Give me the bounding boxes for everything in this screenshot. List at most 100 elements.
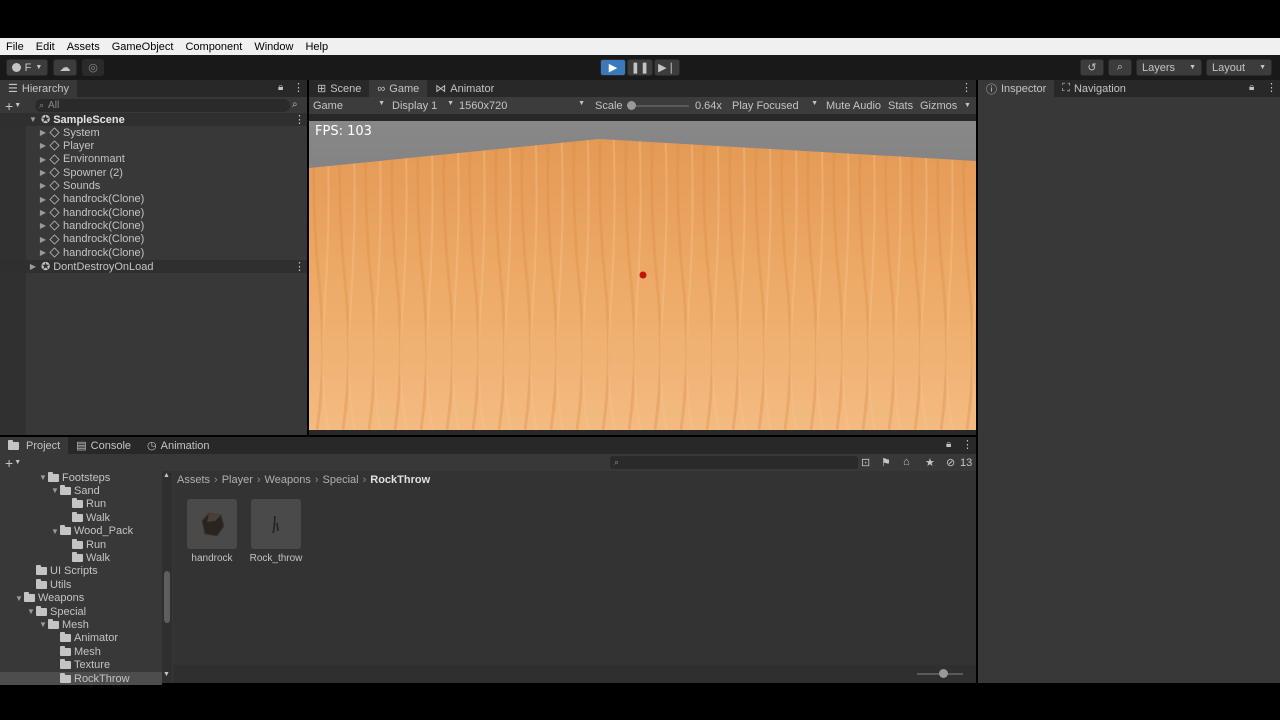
expand-arrow-icon[interactable]: ▶ (38, 155, 48, 164)
hidden-packages-icon[interactable]: ⊘ (946, 456, 955, 469)
menu-component[interactable]: Component (179, 41, 248, 53)
hierarchy-item[interactable]: ▶ handrock(Clone) (0, 246, 307, 259)
resolution-dropdown[interactable]: 1560x720 ▼ (459, 100, 585, 112)
tab-animator[interactable]: ⋈ Animator (427, 80, 502, 97)
breadcrumb-item[interactable]: RockThrow (370, 474, 430, 486)
hierarchy-item[interactable]: ▶ Player (0, 139, 307, 152)
tag-icon[interactable]: ⌂ (903, 456, 910, 468)
expand-arrow-icon[interactable]: ▼ (28, 115, 38, 124)
hierarchy-item[interactable]: ▶ handrock(Clone) (0, 233, 307, 246)
expand-arrow-icon[interactable]: ▶ (38, 208, 48, 217)
tab-console[interactable]: ▤ Console (68, 437, 139, 454)
menu-assets[interactable]: Assets (61, 41, 106, 53)
tab-animation[interactable]: ◷ Animation (139, 437, 218, 454)
project-tree-item[interactable]: ▼ Mesh (0, 618, 162, 631)
hierarchy-item[interactable]: ▶ Spowner (2) (0, 166, 307, 179)
tab-scene[interactable]: ⊞ Scene (309, 80, 369, 97)
play-focused-dropdown[interactable]: Play Focused ▼ (732, 100, 818, 112)
kebab-menu-icon[interactable]: ⋮ (294, 260, 305, 273)
project-tree-item[interactable]: Run (0, 498, 162, 511)
project-tree-item[interactable]: UI Scripts (0, 565, 162, 578)
project-tree-item[interactable]: Texture (0, 659, 162, 672)
scroll-down-icon[interactable]: ▼ (163, 671, 170, 678)
menu-help[interactable]: Help (299, 41, 334, 53)
expand-arrow-icon[interactable]: ▶ (38, 248, 48, 257)
kebab-menu-icon[interactable]: ⋮ (962, 438, 973, 451)
scale-slider[interactable] (627, 101, 689, 110)
expand-arrow-icon[interactable]: ▶ (38, 235, 48, 244)
cloud-button[interactable]: ☁ (53, 59, 77, 76)
expand-arrow-icon[interactable]: ▶ (38, 181, 48, 190)
tab-navigation[interactable]: ⛶ Navigation (1054, 80, 1134, 97)
step-button[interactable]: ▶❘ (654, 59, 680, 76)
project-tree-item[interactable]: Animator (0, 632, 162, 645)
expand-arrow-icon[interactable]: ▶ (38, 168, 48, 177)
expand-arrow-icon[interactable]: ▼ (14, 594, 24, 603)
hierarchy-item[interactable]: ▶ handrock(Clone) (0, 206, 307, 219)
collab-button[interactable]: ◎ (82, 59, 104, 76)
search-by-type-icon[interactable]: ⊡ (861, 456, 870, 469)
hierarchy-dontdestroy-row[interactable]: ▶ ✪ DontDestroyOnLoad ⋮ (0, 260, 307, 273)
hierarchy-item[interactable]: ▶ System (0, 126, 307, 139)
tab-inspector[interactable]: ⓘ Inspector (978, 80, 1055, 97)
expand-arrow-icon[interactable]: ▼ (50, 527, 60, 536)
asset-rock-throw[interactable] (251, 499, 301, 549)
menu-gameobject[interactable]: GameObject (106, 41, 180, 53)
expand-arrow-icon[interactable]: ▶ (38, 128, 48, 137)
gizmos-button[interactable]: Gizmos (920, 100, 957, 112)
kebab-menu-icon[interactable]: ⋮ (1266, 81, 1277, 94)
project-tree-item[interactable]: Walk (0, 551, 162, 564)
expand-arrow-icon[interactable]: ▶ (28, 262, 38, 271)
expand-arrow-icon[interactable]: ▶ (38, 195, 48, 204)
breadcrumb-item[interactable]: Player (222, 474, 253, 486)
asset-handrock[interactable] (187, 499, 237, 549)
project-tree-item[interactable]: RockThrow (0, 672, 162, 685)
hierarchy-item[interactable]: ▶ Environmant (0, 153, 307, 166)
icon-size-slider-handle[interactable] (939, 669, 948, 678)
kebab-menu-icon[interactable]: ⋮ (293, 81, 304, 94)
hierarchy-item[interactable]: ▶ handrock(Clone) (0, 193, 307, 206)
project-search-input[interactable]: ⌕ (610, 456, 858, 469)
lock-icon[interactable]: 🔒︎ (1249, 82, 1254, 93)
kebab-menu-icon[interactable]: ⋮ (961, 81, 972, 94)
kebab-menu-icon[interactable]: ⋮ (294, 113, 305, 126)
project-tree-item[interactable]: Utils (0, 578, 162, 591)
hierarchy-item[interactable]: ▶ Sounds (0, 179, 307, 192)
tab-hierarchy[interactable]: ☰ Hierarchy (0, 80, 77, 97)
search-options-icon[interactable]: ⌕ (292, 99, 298, 110)
hierarchy-search-input[interactable]: ⌕ All (35, 99, 290, 112)
tab-game[interactable]: ∞ Game (369, 80, 428, 97)
expand-arrow-icon[interactable]: ▼ (38, 473, 48, 482)
history-button[interactable]: ↺ (1080, 59, 1104, 76)
star-icon[interactable]: ★ (925, 456, 935, 469)
project-tree-item[interactable]: Run (0, 538, 162, 551)
project-tree-item[interactable]: ▼ Special (0, 605, 162, 618)
project-tree-item[interactable]: ▼ Weapons (0, 592, 162, 605)
stats-button[interactable]: Stats (888, 100, 913, 112)
breadcrumb-item[interactable]: Assets (177, 474, 210, 486)
scale-slider-handle[interactable] (627, 101, 636, 110)
layers-dropdown[interactable]: Layers ▼ (1136, 59, 1202, 76)
add-button[interactable]: + (5, 98, 13, 114)
mute-audio-button[interactable]: Mute Audio (826, 100, 881, 112)
filter-by-label-icon[interactable]: ⚑ (881, 456, 891, 469)
breadcrumb-item[interactable]: Weapons (265, 474, 311, 486)
icon-size-slider[interactable] (917, 669, 963, 678)
project-tree-item[interactable]: Walk (0, 511, 162, 524)
hierarchy-scene-row[interactable]: ▼ ✪ SampleScene ⋮ (0, 113, 307, 126)
menu-window[interactable]: Window (248, 41, 299, 53)
breadcrumb-item[interactable]: Special (323, 474, 359, 486)
game-mode-dropdown[interactable]: Game ▼ (313, 100, 385, 112)
add-button[interactable]: + (5, 455, 13, 471)
play-button[interactable]: ▶ (600, 59, 626, 76)
menu-file[interactable]: File (0, 41, 30, 53)
expand-arrow-icon[interactable]: ▶ (38, 221, 48, 230)
scroll-up-icon[interactable]: ▲ (163, 472, 170, 479)
display-dropdown[interactable]: Display 1 ▼ (392, 100, 454, 112)
hierarchy-item[interactable]: ▶ handrock(Clone) (0, 219, 307, 232)
project-tree-item[interactable]: ▼ Sand (0, 484, 162, 497)
expand-arrow-icon[interactable]: ▼ (50, 486, 60, 495)
menu-edit[interactable]: Edit (30, 41, 61, 53)
tree-scrollbar[interactable]: ▲ ▼ (162, 471, 172, 683)
layout-dropdown[interactable]: Layout ▼ (1206, 59, 1272, 76)
